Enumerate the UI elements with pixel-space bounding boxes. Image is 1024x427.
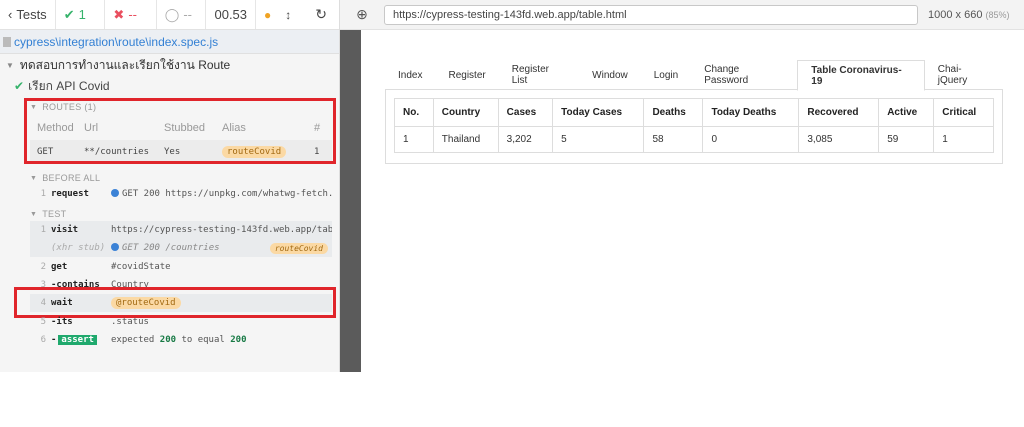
col-country: Country	[432, 98, 499, 127]
routes-col-stubbed: Stubbed	[164, 122, 205, 134]
panel-resize-divider[interactable]	[340, 30, 361, 372]
routes-col-count: #	[314, 122, 321, 134]
caret-down-icon: ▼	[30, 103, 38, 111]
chevron-left-icon: ‹	[8, 7, 13, 22]
failed-count: ✖ --	[105, 0, 157, 29]
col-no: No.	[394, 98, 434, 127]
cell-today-cases: 5	[552, 126, 645, 153]
route-count: 1	[314, 147, 320, 157]
crosshair-icon[interactable]: ⊕	[340, 6, 384, 23]
pending-circle-icon: ◯	[164, 6, 180, 22]
col-today-cases: Today Cases	[552, 98, 645, 127]
reporter-panel: ‹ Tests ✔ 1 ✖ -- ◯ -- 00.53 ● ↕ ↻ cypres…	[0, 0, 340, 372]
test-heading[interactable]: ▼ TEST	[30, 209, 66, 219]
command-assert[interactable]: 6 - assert expected 200 to equal 200	[30, 331, 332, 349]
route-stubbed: Yes	[164, 147, 181, 157]
tab-chai-jquery[interactable]: Chai-jQuery	[925, 60, 1003, 90]
caret-down-icon: ▼	[30, 174, 38, 182]
viewport-size[interactable]: 1000 x 660 (85%)	[928, 9, 1010, 21]
check-icon: ✔	[63, 6, 75, 22]
col-critical: Critical	[933, 98, 994, 127]
command-wait[interactable]: 4 wait @routeCovid	[30, 294, 332, 312]
route-url: **/countries	[84, 147, 150, 157]
status-dot-icon: ●	[264, 7, 272, 22]
routes-col-alias: Alias	[222, 122, 246, 134]
header-controls: ● ↕ ↻	[256, 0, 339, 29]
cell-country: Thailand	[432, 126, 499, 153]
pending-count: ◯ --	[157, 0, 207, 29]
file-icon	[3, 36, 11, 47]
passed-count: ✔ 1	[56, 0, 106, 29]
cell-no: 1	[394, 126, 434, 153]
command-request[interactable]: 1 request GET 200 https://unpkg.com/what…	[30, 185, 332, 203]
tab-change-password[interactable]: Change Password	[691, 60, 797, 90]
covid-table-panel: No. Country Cases Today Cases Deaths Tod…	[385, 90, 1003, 164]
col-deaths: Deaths	[643, 98, 704, 127]
cell-recovered: 3,085	[798, 126, 880, 153]
tab-login[interactable]: Login	[641, 60, 691, 90]
test-title-row[interactable]: ✔ เรียก API Covid	[0, 76, 339, 96]
check-icon: ✔	[14, 79, 25, 93]
routes-col-url: Url	[84, 122, 99, 134]
scroll-arrows-icon[interactable]: ↕	[285, 8, 291, 22]
alias-badge: @routeCovid	[111, 297, 181, 309]
spec-file-path[interactable]: cypress\integration\route\index.spec.js	[0, 30, 339, 54]
tests-button[interactable]: ‹ Tests	[0, 0, 56, 29]
request-status-icon	[111, 189, 119, 197]
routes-row[interactable]: GET **/countries Yes routeCovid 1	[30, 140, 332, 164]
tests-label: Tests	[16, 7, 47, 22]
reporter-header: ‹ Tests ✔ 1 ✖ -- ◯ -- 00.53 ● ↕ ↻	[0, 0, 339, 30]
route-method: GET	[37, 147, 54, 157]
col-cases: Cases	[497, 98, 554, 127]
cell-active: 59	[878, 126, 935, 153]
caret-down-icon: ▼	[6, 60, 14, 70]
routes-header-row: Method Url Stubbed Alias #	[30, 116, 332, 140]
covid-table: No. Country Cases Today Cases Deaths Tod…	[394, 98, 994, 153]
col-recovered: Recovered	[798, 98, 880, 127]
assert-badge: assert	[58, 335, 97, 345]
nav-tabs: Index Register Register List Window Logi…	[385, 60, 1003, 91]
tab-window[interactable]: Window	[579, 60, 641, 90]
table-header-row: No. Country Cases Today Cases Deaths Tod…	[394, 98, 994, 127]
routes-table: Method Url Stubbed Alias # GET **/countr…	[30, 116, 332, 164]
tab-register[interactable]: Register	[435, 60, 498, 90]
command-its[interactable]: 5 -its .status	[30, 313, 332, 331]
cell-critical: 1	[933, 126, 994, 153]
alias-badge: routeCovid	[269, 242, 328, 254]
table-row: 1 Thailand 3,202 5 58 0 3,085 59 1	[394, 126, 994, 153]
suite-title-row[interactable]: ▼ ทดสอบการทำงานและเรียกใช้งาน Route	[0, 54, 339, 76]
url-bar[interactable]: https://cypress-testing-143fd.web.app/ta…	[384, 4, 918, 25]
routes-heading[interactable]: ▼ ROUTES (1)	[30, 102, 96, 112]
before-all-heading[interactable]: ▼ BEFORE ALL	[30, 173, 100, 183]
command-contains[interactable]: 3 -contains Country	[30, 276, 332, 294]
cell-cases: 3,202	[497, 126, 554, 153]
command-visit[interactable]: 1 visit https://cypress-testing-143fd.we…	[30, 221, 332, 239]
app-under-test: Index Register Register List Window Logi…	[361, 30, 1024, 372]
alias-badge: routeCovid	[222, 146, 287, 158]
col-today-deaths: Today Deaths	[702, 98, 800, 127]
col-active: Active	[878, 98, 935, 127]
tab-table-coronavirus[interactable]: Table Coronavirus-19	[797, 60, 925, 91]
cell-deaths: 58	[643, 126, 704, 153]
routes-col-method: Method	[37, 122, 74, 134]
cell-today-deaths: 0	[702, 126, 800, 153]
x-icon: ✖	[113, 6, 125, 22]
tab-register-list[interactable]: Register List	[499, 60, 579, 90]
route-alias: routeCovid	[222, 146, 314, 158]
caret-down-icon: ▼	[30, 210, 38, 218]
command-xhr-stub[interactable]: (xhr stub) GET 200 /countries routeCovid	[30, 239, 332, 257]
tab-index[interactable]: Index	[385, 60, 435, 90]
reload-icon[interactable]: ↻	[315, 6, 327, 23]
aut-header: ⊕ https://cypress-testing-143fd.web.app/…	[340, 0, 1024, 30]
command-get[interactable]: 2 get #covidState	[30, 258, 332, 276]
duration: 00.53	[206, 0, 257, 29]
xhr-status-icon	[111, 243, 119, 251]
